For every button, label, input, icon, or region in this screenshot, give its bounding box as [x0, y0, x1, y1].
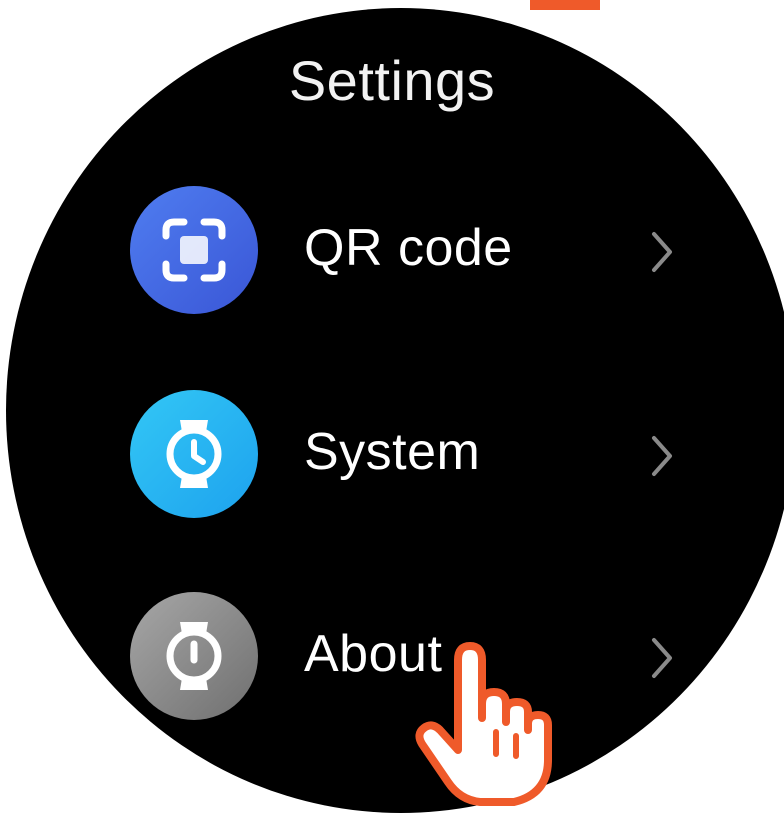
chevron-right-icon: [652, 638, 672, 678]
menu-item-system[interactable]: System: [130, 390, 690, 520]
top-accent-bar: [530, 0, 600, 10]
watch-info-icon: [130, 592, 258, 720]
watch-clock-icon: [130, 390, 258, 518]
screen: Settings QR code System About: [0, 0, 784, 821]
chevron-right-icon: [652, 232, 672, 272]
tap-hand-cursor-icon: [415, 642, 552, 806]
qr-scan-icon: [130, 186, 258, 314]
menu-item-label: QR code: [304, 219, 513, 277]
chevron-right-icon: [652, 436, 672, 476]
page-title: Settings: [288, 49, 496, 112]
menu-item-label: System: [304, 423, 481, 481]
menu-item-qr-code[interactable]: QR code: [130, 186, 690, 316]
